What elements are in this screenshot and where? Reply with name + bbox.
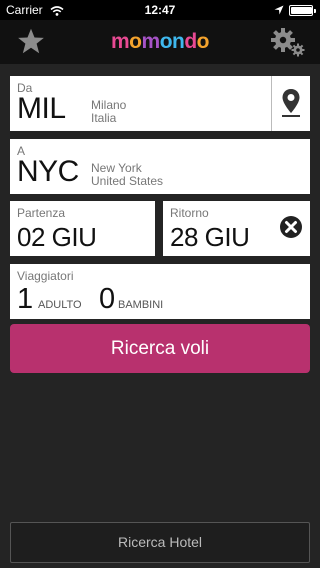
- clock: 12:47: [144, 3, 176, 17]
- close-circle-icon[interactable]: [279, 215, 303, 244]
- return-label: Ritorno: [170, 206, 209, 220]
- departure-date-field[interactable]: Partenza 02 GIU: [10, 201, 155, 256]
- departure-label: Partenza: [17, 206, 66, 220]
- logo-letter: m: [141, 30, 161, 53]
- divider: [271, 76, 272, 131]
- logo-letter: o: [129, 30, 142, 53]
- return-date: 28 GIU: [170, 222, 250, 252]
- travelers-label: Viaggiatori: [17, 269, 74, 283]
- origin-field[interactable]: Da MIL Milano Italia: [10, 76, 310, 131]
- destination-field[interactable]: A NYC New York United States: [10, 139, 310, 194]
- logo-letter: n: [172, 30, 185, 53]
- search-hotel-button[interactable]: Ricerca Hotel: [10, 522, 310, 563]
- status-bar: Carrier 12:47: [0, 0, 320, 20]
- search-flights-button[interactable]: Ricerca voli: [10, 324, 310, 373]
- children-count: 0: [99, 283, 116, 315]
- battery-level: [291, 7, 312, 14]
- destination-city: New York: [91, 161, 142, 175]
- location-arrow-icon: [274, 4, 284, 18]
- children-label: BAMBINI: [118, 299, 164, 311]
- gear-icon[interactable]: [270, 27, 308, 62]
- destination-code: NYC: [17, 155, 79, 188]
- origin-country: Italia: [91, 111, 117, 125]
- adults-label: ADULTO: [38, 299, 82, 311]
- logo-letter: d: [184, 30, 197, 53]
- travelers-field[interactable]: Viaggiatori 1 ADULTO 0 BAMBINI: [10, 264, 310, 319]
- origin-city: Milano: [91, 98, 127, 112]
- navigation-bar: momondo: [0, 20, 320, 64]
- return-date-field[interactable]: Ritorno 28 GIU: [163, 201, 310, 256]
- logo-letter: o: [159, 30, 173, 53]
- logo-letter: m: [110, 30, 130, 53]
- logo-letter: o: [196, 30, 210, 53]
- adults-count: 1: [17, 283, 34, 315]
- battery-icon: [289, 5, 316, 16]
- destination-country: United States: [91, 174, 164, 188]
- origin-code: MIL: [17, 92, 66, 125]
- departure-date: 02 GIU: [17, 222, 97, 252]
- map-pin-icon[interactable]: [281, 88, 301, 123]
